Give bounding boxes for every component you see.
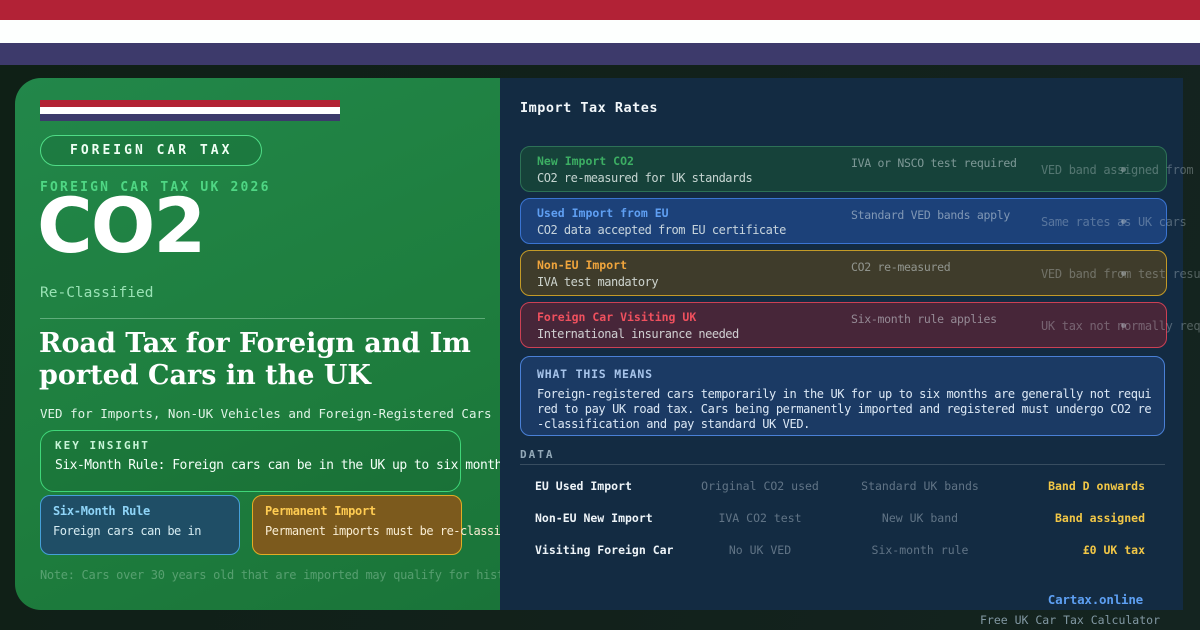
- data-section-divider: [520, 464, 1165, 465]
- key-insight-text: Six-Month Rule: Foreign cars can be in t…: [55, 458, 500, 473]
- table-row: Visiting Foreign Car No UK VED Six-month…: [520, 534, 1165, 566]
- rate-row-requirement: Six-month rule applies: [851, 312, 997, 326]
- stat-card-permanent-import: Permanent Import Permanent imports must …: [252, 495, 500, 555]
- table-cell-value: Band assigned: [1054, 511, 1145, 525]
- key-insight-box: KEY INSIGHT Six-Month Rule: Foreign cars…: [40, 430, 500, 492]
- rates-panel: Import Tax Rates New Import CO2 CO2 re-m…: [500, 78, 1200, 610]
- table-cell-co2: IVA CO2 test: [718, 511, 802, 525]
- rate-row-subtitle: IVA test mandatory: [537, 275, 659, 289]
- flag-banner: [0, 0, 1200, 65]
- table-cell-band: New UK band: [881, 511, 959, 525]
- stat-card-title: Permanent Import: [265, 504, 376, 518]
- rate-row-visiting-uk: Foreign Car Visiting UK International in…: [520, 302, 1200, 348]
- table-cell-name: Non-EU New Import: [535, 511, 653, 525]
- table-cell-band: Six-month rule: [871, 543, 969, 557]
- table-cell-name: Visiting Foreign Car: [535, 543, 674, 557]
- stat-card-text: Permanent imports must be re-classified: [265, 524, 500, 538]
- rate-row-non-eu-import: Non-EU Import IVA test mandatory CO2 re-…: [520, 250, 1200, 296]
- mini-flag-stripe-red: [40, 100, 340, 107]
- rate-row-requirement: IVA or NSCO test required: [851, 156, 1017, 170]
- divider: [40, 318, 485, 319]
- table-cell-value: Band D onwards: [1048, 479, 1145, 493]
- rate-row-subtitle: CO2 data accepted from EU certificate: [537, 223, 786, 237]
- category-badge: FOREIGN CAR TAX: [40, 135, 263, 166]
- stat-card-six-month-rule: Six-Month Rule Foreign cars can be in: [40, 495, 240, 555]
- dot-marker: [1121, 323, 1126, 328]
- page-subtitle: VED for Imports, Non-UK Vehicles and For…: [40, 406, 492, 421]
- key-insight-label: KEY INSIGHT: [55, 439, 150, 452]
- hero-panel: FOREIGN CAR TAX FOREIGN CAR TAX UK 2026 …: [15, 78, 500, 610]
- rate-row-requirement: Standard VED bands apply: [851, 208, 1010, 222]
- table-cell-co2: No UK VED: [728, 543, 792, 557]
- mini-flag-icon: [40, 100, 340, 121]
- rates-header: Import Tax Rates: [520, 100, 659, 116]
- data-section-label: DATA: [520, 448, 555, 461]
- mini-flag-stripe-navy: [40, 114, 340, 121]
- rate-row-title: Used Import from EU: [537, 206, 669, 220]
- headline-co2: CO2: [37, 181, 206, 270]
- site-tagline: Free UK Car Tax Calculator: [979, 613, 1160, 627]
- rate-row-used-import-eu: Used Import from EU CO2 data accepted fr…: [520, 198, 1187, 244]
- rate-row-subtitle: CO2 re-measured for UK standards: [537, 171, 753, 185]
- rate-row-subtitle: International insurance needed: [537, 327, 739, 341]
- table-row: EU Used Import Original CO2 used Standar…: [520, 470, 1165, 502]
- stat-card-title: Six-Month Rule: [53, 504, 150, 518]
- site-link[interactable]: Cartax.online: [1048, 592, 1143, 607]
- data-table: EU Used Import Original CO2 used Standar…: [520, 470, 1165, 566]
- flag-stripe-red: [0, 0, 1200, 20]
- table-cell-co2: Original CO2 used: [701, 479, 819, 493]
- explainer-text: Foreign-registered cars temporarily in t…: [537, 387, 1152, 431]
- dot-marker: [1121, 219, 1126, 224]
- mini-flag-stripe-white: [40, 107, 340, 114]
- table-cell-name: EU Used Import: [535, 479, 632, 493]
- flag-stripe-white: [0, 20, 1200, 43]
- rate-row-title: Foreign Car Visiting UK: [537, 310, 697, 324]
- rate-row-title: Non-EU Import: [537, 258, 628, 272]
- rate-row-new-import: New Import CO2 CO2 re-measured for UK st…: [520, 146, 1200, 192]
- table-row: Non-EU New Import IVA CO2 test New UK ba…: [520, 502, 1165, 534]
- rate-row-outcome: Same rates as UK cars: [1041, 215, 1187, 229]
- stat-card-text: Foreign cars can be in: [53, 524, 201, 538]
- rate-row-requirement: CO2 re-measured: [851, 260, 951, 274]
- rate-row-title: New Import CO2: [537, 154, 634, 168]
- dot-marker: [1121, 271, 1126, 276]
- page-title: Road Tax for Foreign and Imported Cars i…: [39, 328, 471, 391]
- flag-stripe-navy: [0, 43, 1200, 65]
- explainer-label: WHAT THIS MEANS: [537, 367, 653, 381]
- table-cell-band: Standard UK bands: [861, 479, 979, 493]
- subheadline: Re-Classified: [40, 285, 154, 301]
- dot-marker: [1121, 167, 1126, 172]
- table-cell-value: £0 UK tax: [1082, 543, 1145, 557]
- explainer-box: WHAT THIS MEANS Foreign-registered cars …: [520, 356, 1165, 436]
- footnote: Note: Cars over 30 years old that are im…: [40, 568, 500, 582]
